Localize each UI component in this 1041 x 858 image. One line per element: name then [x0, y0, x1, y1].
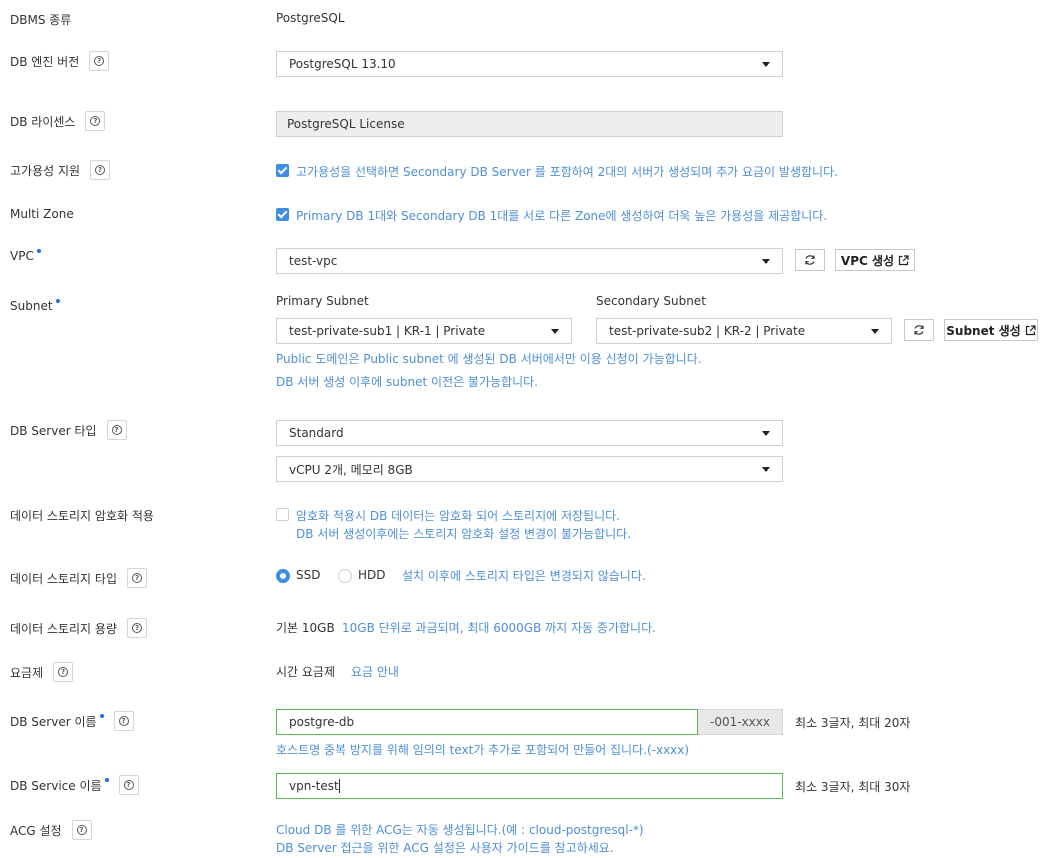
server-name-note: 호스트명 중복 방지를 위해 임의의 text가 추가로 포함되어 만들어 집니… — [276, 743, 690, 757]
server-name-label-row: DB Server 이름 ? — [10, 711, 134, 731]
storage-size-note: 10GB 단위로 과금되며, 최대 6000GB 까지 자동 증가합니다. — [342, 621, 656, 635]
chevron-down-icon — [762, 62, 770, 67]
required-dot-icon — [55, 299, 60, 303]
help-icon[interactable]: ? — [85, 111, 106, 131]
subnet-create-button[interactable]: Subnet 생성 — [944, 319, 1038, 341]
ha-label: 고가용성 지원 — [10, 163, 81, 178]
encryption-note-2: DB 서버 생성이후에는 스토리지 암호화 설정 변경이 불가능합니다. — [296, 527, 632, 541]
help-icon[interactable]: ? — [89, 51, 110, 71]
hdd-radio-label: HDD — [358, 568, 386, 582]
subnet-note-move: DB 서버 생성 이후에 subnet 이전은 불가능합니다. — [276, 375, 538, 389]
subnet-refresh-button[interactable] — [904, 319, 934, 341]
server-type-select[interactable]: Standard — [276, 420, 783, 446]
encryption-checkbox[interactable] — [276, 508, 289, 521]
chevron-down-icon — [551, 329, 559, 334]
vpc-label-row: VPC — [10, 249, 41, 263]
subnet-note-public: Public 도메인은 Public subnet 에 생성된 DB 서버에서만… — [276, 352, 702, 366]
help-icon[interactable]: ? — [71, 820, 92, 840]
license-label: DB 라이센스 — [10, 114, 76, 129]
pricing-label: 요금제 — [10, 665, 44, 680]
server-type-label: DB Server 타입 — [10, 423, 97, 438]
help-icon[interactable]: ? — [90, 160, 111, 180]
engine-label-row: DB 엔진 버전 ? — [10, 51, 110, 71]
ssd-radio-label: SSD — [296, 568, 321, 582]
chevron-down-icon — [762, 259, 770, 264]
help-icon[interactable]: ? — [118, 775, 139, 795]
service-name-input[interactable]: vpn-test — [276, 773, 783, 799]
storage-size-label: 데이터 스토리지 용량 — [10, 621, 117, 636]
required-dot-icon — [99, 714, 104, 718]
help-icon[interactable]: ? — [53, 662, 74, 682]
text-cursor — [338, 779, 340, 793]
pricing-label-row: 요금제 ? — [10, 662, 74, 682]
encryption-label-row: 데이터 스토리지 암호화 적용 — [10, 507, 154, 524]
secondary-subnet-label: Secondary Subnet — [596, 294, 706, 308]
engine-version-select[interactable]: PostgreSQL 13.10 — [276, 51, 783, 77]
acg-label-row: ACG 설정 ? — [10, 820, 92, 840]
storage-type-label-row: 데이터 스토리지 타입 ? — [10, 568, 147, 588]
storage-size-value: 기본 10GB — [276, 621, 335, 635]
license-field: PostgreSQL License — [276, 111, 783, 137]
vpc-select[interactable]: test-vpc — [276, 248, 783, 274]
multizone-description: Primary DB 1대와 Secondary DB 1대를 서로 다른 Zo… — [296, 209, 828, 223]
hdd-radio[interactable] — [338, 569, 352, 583]
server-name-limit: 최소 3글자, 최대 20자 — [795, 716, 911, 730]
refresh-icon — [805, 255, 815, 265]
encryption-note-1: 암호화 적용시 DB 데이터는 암호화 되어 스토리지에 저장됩니다. — [296, 509, 620, 523]
pricing-guide-link[interactable]: 요금 안내 — [351, 663, 399, 680]
chevron-down-icon — [762, 431, 770, 436]
external-link-icon — [1025, 324, 1036, 335]
help-icon[interactable]: ? — [127, 618, 147, 638]
multizone-checkbox[interactable] — [276, 208, 289, 221]
subnet-label-row: Subnet — [10, 299, 60, 313]
chevron-down-icon — [871, 329, 879, 334]
ha-label-row: 고가용성 지원 ? — [10, 160, 111, 180]
multizone-label: Multi Zone — [10, 207, 74, 221]
primary-subnet-label: Primary Subnet — [276, 294, 369, 308]
server-name-input[interactable]: postgre-db — [276, 709, 698, 735]
subnet-label: Subnet — [10, 299, 53, 313]
chevron-down-icon — [762, 467, 770, 472]
required-dot-icon — [36, 249, 41, 253]
vpc-create-button[interactable]: VPC 생성 — [835, 249, 915, 271]
vpc-label: VPC — [10, 249, 34, 263]
license-label-row: DB 라이센스 ? — [10, 111, 106, 131]
service-name-label: DB Service 이름 — [10, 778, 102, 793]
refresh-icon — [914, 325, 924, 335]
help-icon[interactable]: ? — [113, 711, 134, 731]
service-name-limit: 최소 3글자, 최대 30자 — [795, 780, 911, 794]
required-dot-icon — [104, 778, 109, 782]
server-name-suffix: -001-xxxx — [698, 709, 783, 735]
service-name-label-row: DB Service 이름 ? — [10, 775, 139, 795]
pricing-value: 시간 요금제 — [276, 665, 336, 679]
acg-note-2: DB Server 접근을 위한 ACG 설정은 사용자 가이드를 참고하세요. — [276, 841, 614, 855]
ha-checkbox[interactable] — [276, 164, 289, 177]
storage-size-label-row: 데이터 스토리지 용량 ? — [10, 618, 147, 638]
storage-type-note: 설치 이후에 스토리지 타입은 변경되지 않습니다. — [402, 569, 646, 583]
server-type-label-row: DB Server 타입 ? — [10, 420, 127, 440]
acg-label: ACG 설정 — [10, 823, 62, 838]
server-spec-select[interactable]: vCPU 2개, 메모리 8GB — [276, 456, 783, 482]
external-link-icon — [898, 254, 909, 265]
secondary-subnet-select[interactable]: test-private-sub2 | KR-2 | Private — [596, 318, 892, 344]
server-name-label: DB Server 이름 — [10, 714, 97, 729]
dbms-label: DBMS 종류 — [10, 13, 72, 27]
ha-description: 고가용성을 선택하면 Secondary DB Server 를 포함하여 2대… — [296, 165, 838, 179]
primary-subnet-select[interactable]: test-private-sub1 | KR-1 | Private — [276, 318, 572, 344]
help-icon[interactable]: ? — [106, 420, 127, 440]
storage-type-label: 데이터 스토리지 타입 — [10, 571, 117, 586]
multizone-label-row: Multi Zone — [10, 207, 74, 221]
ssd-radio[interactable] — [276, 569, 290, 583]
encryption-label: 데이터 스토리지 암호화 적용 — [10, 509, 154, 523]
engine-label: DB 엔진 버전 — [10, 54, 80, 69]
dbms-value: PostgreSQL — [276, 11, 345, 25]
help-icon[interactable]: ? — [127, 568, 147, 588]
vpc-refresh-button[interactable] — [795, 249, 825, 271]
acg-note-1: Cloud DB 를 위한 ACG는 자동 생성됩니다.(예 : cloud-p… — [276, 823, 644, 837]
